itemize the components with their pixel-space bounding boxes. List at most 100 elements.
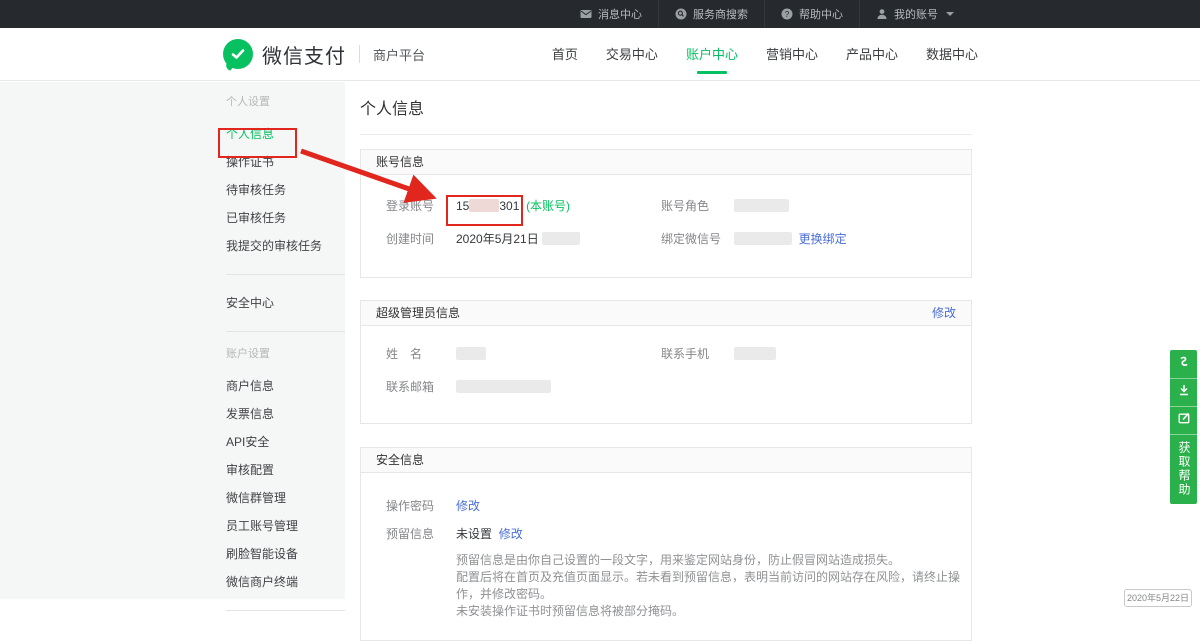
password-edit-link[interactable]: 修改	[456, 499, 480, 513]
sidebar-item-staff-account-management[interactable]: 员工账号管理	[226, 512, 345, 540]
sidebar-item-face-payment-devices[interactable]: 刷脸智能设备	[226, 540, 345, 568]
sidebar-divider	[226, 331, 345, 332]
sidebar: 个人设置 个人信息 操作证书 待审核任务 已审核任务 我提交的审核任务 安全中心…	[0, 82, 345, 599]
nav-account-center[interactable]: 账户中心	[683, 28, 741, 81]
svg-text:?: ?	[785, 10, 790, 19]
topbar-item-label: 服务商搜索	[693, 6, 748, 22]
sidebar-item-merchant-info[interactable]: 商户信息	[226, 372, 345, 400]
get-help-button[interactable]: 获取帮助	[1170, 434, 1197, 504]
nav-marketing-center[interactable]: 营销中心	[763, 28, 821, 81]
search-icon	[675, 8, 687, 20]
brand-separator	[359, 45, 360, 63]
sidebar-item-my-submitted-review-tasks[interactable]: 我提交的审核任务	[226, 232, 345, 260]
sidebar-item-invoice-info[interactable]: 发票信息	[226, 400, 345, 428]
topbar-help-center[interactable]: ? 帮助中心	[764, 0, 859, 28]
sidebar-item-reviewed-tasks[interactable]: 已审核任务	[226, 204, 345, 232]
nav-transaction-center[interactable]: 交易中心	[603, 28, 661, 81]
sidebar-item-personal-info[interactable]: 个人信息	[226, 120, 345, 148]
page-body: 个人设置 个人信息 操作证书 待审核任务 已审核任务 我提交的审核任务 安全中心…	[0, 82, 1200, 599]
mail-icon	[580, 8, 592, 20]
topbar-item-label: 帮助中心	[799, 6, 843, 22]
redacted-account-role	[734, 199, 789, 212]
reserve-info-value: 未设置 修改	[456, 524, 523, 544]
download-icon	[1177, 383, 1191, 402]
change-binding-link[interactable]: 更换绑定	[799, 232, 847, 246]
sidebar-item-operation-certificate[interactable]: 操作证书	[226, 148, 345, 176]
main-nav: 首页 交易中心 账户中心 营销中心 产品中心 数据中心	[549, 28, 981, 81]
redacted-created-time	[542, 232, 580, 245]
login-account-value: 15301 (本账号)	[456, 196, 570, 216]
account-info-panel: 账号信息 登录账号 15301 (本账号) 账号角色 创建时间 2020年5月2…	[360, 149, 972, 278]
topbar-service-provider-search[interactable]: 服务商搜索	[658, 0, 764, 28]
sidebar-divider	[226, 274, 345, 275]
sidebar-item-wechat-merchant-terminal[interactable]: 微信商户终端	[226, 568, 345, 596]
admin-name-label: 姓 名	[386, 344, 422, 364]
description-line: 未安装操作证书时预留信息将被部分掩码。	[456, 603, 971, 620]
admin-edit-link[interactable]: 修改	[932, 301, 956, 326]
account-role-value	[734, 196, 789, 216]
brand: 微信支付 商户平台	[223, 39, 425, 69]
chevron-down-icon	[946, 12, 954, 16]
user-icon	[876, 8, 888, 20]
topbar: 消息中心 服务商搜索 ? 帮助中心 我的账号	[0, 0, 1200, 28]
date-tooltip: 2020年5月22日	[1124, 589, 1192, 607]
super-admin-panel-title: 超级管理员信息	[376, 301, 460, 326]
redacted-admin-phone	[734, 347, 776, 360]
sidebar-section-account-settings: 账户设置	[226, 346, 345, 362]
account-info-panel-title: 账号信息	[376, 150, 424, 175]
reserve-edit-link[interactable]: 修改	[499, 527, 523, 541]
contact-phone-button[interactable]	[1170, 350, 1197, 378]
main-content: 个人信息 账号信息 登录账号 15301 (本账号) 账号角色 创建时间 202…	[345, 82, 1200, 599]
login-account-label: 登录账号	[386, 196, 434, 216]
sidebar-item-pending-review-tasks[interactable]: 待审核任务	[226, 176, 345, 204]
redacted-login-middle	[469, 199, 499, 212]
redacted-admin-email	[456, 380, 551, 393]
header: 微信支付 商户平台 首页 交易中心 账户中心 营销中心 产品中心 数据中心	[0, 28, 1200, 81]
page-title: 个人信息	[360, 102, 1200, 118]
sidebar-item-security-center[interactable]: 安全中心	[226, 289, 345, 317]
bound-wechat-label: 绑定微信号	[661, 229, 721, 249]
admin-name-value	[456, 344, 486, 364]
topbar-message-center[interactable]: 消息中心	[564, 0, 658, 28]
redacted-admin-name	[456, 347, 486, 360]
topbar-item-label: 消息中心	[598, 6, 642, 22]
bound-wechat-value: 更换绑定	[734, 229, 847, 249]
topbar-item-label: 我的账号	[894, 6, 938, 22]
operation-password-label: 操作密码	[386, 496, 434, 516]
reserve-info-description: 预留信息是由你自己设置的一段文字，用来鉴定网站身份，防止假冒网站造成损失。 配置…	[456, 552, 971, 620]
feedback-button[interactable]	[1170, 406, 1197, 434]
sidebar-item-wechat-group-management[interactable]: 微信群管理	[226, 484, 345, 512]
portal-name: 商户平台	[373, 45, 425, 64]
sidebar-divider	[226, 610, 345, 611]
super-admin-panel: 超级管理员信息 修改 姓 名 联系手机 联系邮箱	[360, 300, 972, 424]
sidebar-item-api-security[interactable]: API安全	[226, 428, 345, 456]
nav-product-center[interactable]: 产品中心	[843, 28, 901, 81]
question-icon: ?	[781, 8, 793, 20]
nav-home[interactable]: 首页	[549, 28, 581, 81]
sidebar-section-personal-settings: 个人设置	[226, 94, 345, 110]
phone-icon	[1177, 355, 1191, 374]
reserve-info-label: 预留信息	[386, 524, 434, 544]
edit-icon	[1177, 411, 1191, 430]
admin-phone-value	[734, 344, 776, 364]
security-info-panel-title: 安全信息	[376, 448, 424, 473]
download-button[interactable]	[1170, 378, 1197, 406]
nav-data-center[interactable]: 数据中心	[923, 28, 981, 81]
sidebar-item-review-config[interactable]: 审核配置	[226, 456, 345, 484]
current-account-tag: (本账号)	[526, 199, 570, 213]
security-info-panel: 安全信息 操作密码 修改 预留信息 未设置 修改 预留信息是由你自己设置的一段文…	[360, 447, 972, 641]
topbar-my-account[interactable]: 我的账号	[859, 0, 970, 28]
redacted-wechat-id	[734, 232, 792, 245]
title-divider	[360, 134, 972, 135]
admin-phone-label: 联系手机	[661, 344, 709, 364]
brand-name: 微信支付	[262, 40, 346, 69]
created-time-label: 创建时间	[386, 229, 434, 249]
account-role-label: 账号角色	[661, 196, 709, 216]
created-time-value: 2020年5月21日	[456, 229, 580, 249]
wechat-pay-logo-icon	[223, 39, 253, 69]
admin-email-label: 联系邮箱	[386, 377, 434, 397]
floating-helper-bar: 获取帮助	[1170, 350, 1197, 504]
description-line: 配置后将在首页及充值页面显示。若未看到预留信息，表明当前访问的网站存在风险，请终…	[456, 569, 971, 603]
description-line: 预留信息是由你自己设置的一段文字，用来鉴定网站身份，防止假冒网站造成损失。	[456, 552, 971, 569]
admin-email-value	[456, 377, 551, 397]
